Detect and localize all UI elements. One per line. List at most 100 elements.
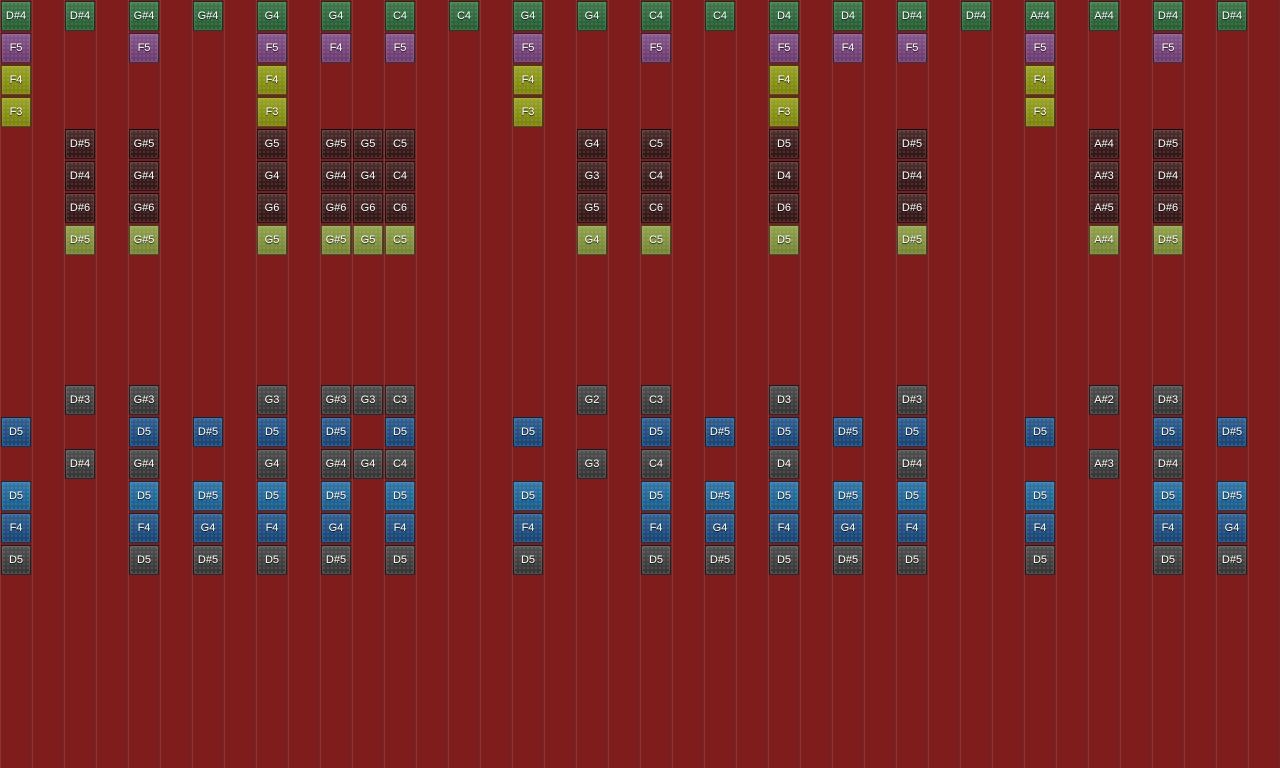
note-block[interactable]: C4 (385, 161, 415, 191)
note-block[interactable]: A#5 (1089, 193, 1119, 223)
note-block[interactable]: F3 (769, 97, 799, 127)
note-block[interactable]: F5 (513, 33, 543, 63)
note-block[interactable]: D5 (1, 417, 31, 447)
note-block[interactable]: D#5 (193, 545, 223, 575)
note-block[interactable]: F5 (641, 33, 671, 63)
note-block[interactable]: C5 (641, 129, 671, 159)
note-block[interactable]: A#2 (1089, 385, 1119, 415)
note-block[interactable]: F5 (257, 33, 287, 63)
note-block[interactable]: D6 (769, 193, 799, 223)
note-block[interactable]: G5 (257, 129, 287, 159)
note-block[interactable]: D5 (513, 417, 543, 447)
note-block[interactable]: G4 (257, 449, 287, 479)
note-block[interactable]: F4 (385, 513, 415, 543)
note-block[interactable]: G5 (577, 193, 607, 223)
note-block[interactable]: F4 (1, 65, 31, 95)
note-block[interactable]: C5 (385, 225, 415, 255)
note-block[interactable]: D5 (513, 545, 543, 575)
note-block[interactable]: D#4 (1217, 1, 1247, 31)
note-block[interactable]: F4 (257, 65, 287, 95)
note-block[interactable]: F4 (769, 65, 799, 95)
note-block[interactable]: C4 (641, 449, 671, 479)
note-block[interactable]: C4 (385, 449, 415, 479)
note-block[interactable]: D5 (385, 481, 415, 511)
note-block[interactable]: G4 (321, 513, 351, 543)
note-block[interactable]: D4 (769, 161, 799, 191)
note-block[interactable]: D#4 (897, 1, 927, 31)
note-block[interactable]: D5 (1025, 545, 1055, 575)
note-block[interactable]: G4 (353, 449, 383, 479)
note-block[interactable]: G3 (353, 385, 383, 415)
note-block[interactable]: D#5 (1153, 129, 1183, 159)
note-block[interactable]: G4 (833, 513, 863, 543)
note-block[interactable]: D#3 (897, 385, 927, 415)
note-block[interactable]: G#5 (129, 225, 159, 255)
note-block[interactable]: D5 (257, 481, 287, 511)
note-block[interactable]: D#5 (833, 417, 863, 447)
note-block[interactable]: D5 (385, 545, 415, 575)
note-block[interactable]: G6 (257, 193, 287, 223)
note-block[interactable]: D5 (257, 545, 287, 575)
note-block[interactable]: D#5 (833, 545, 863, 575)
note-block[interactable]: A#4 (1089, 225, 1119, 255)
note-block[interactable]: D5 (769, 417, 799, 447)
note-block[interactable]: D5 (1153, 481, 1183, 511)
note-block[interactable]: F4 (321, 33, 351, 63)
note-block[interactable]: F5 (897, 33, 927, 63)
note-block[interactable]: D#5 (897, 225, 927, 255)
note-block[interactable]: D#4 (1153, 161, 1183, 191)
note-block[interactable]: F5 (385, 33, 415, 63)
note-block[interactable]: G#3 (129, 385, 159, 415)
note-block[interactable]: D5 (129, 417, 159, 447)
note-block[interactable]: D#4 (65, 161, 95, 191)
note-block[interactable]: F3 (1025, 97, 1055, 127)
note-block[interactable]: A#4 (1089, 1, 1119, 31)
note-block[interactable]: D#5 (833, 481, 863, 511)
note-block[interactable]: F4 (1025, 513, 1055, 543)
note-block[interactable]: G4 (321, 1, 351, 31)
note-block[interactable]: F5 (1025, 33, 1055, 63)
note-block[interactable]: D#5 (1217, 417, 1247, 447)
note-block[interactable]: C6 (385, 193, 415, 223)
note-block[interactable]: D#4 (65, 449, 95, 479)
note-block[interactable]: D5 (1, 545, 31, 575)
note-block[interactable]: G6 (353, 193, 383, 223)
note-block[interactable]: G4 (577, 129, 607, 159)
note-block[interactable]: D5 (641, 417, 671, 447)
note-block[interactable]: D#5 (1217, 545, 1247, 575)
note-block[interactable]: C4 (641, 161, 671, 191)
note-block[interactable]: D#6 (1153, 193, 1183, 223)
note-block[interactable]: F4 (513, 65, 543, 95)
note-block[interactable]: D5 (513, 481, 543, 511)
note-block[interactable]: D#5 (705, 545, 735, 575)
note-block[interactable]: D4 (769, 1, 799, 31)
note-block[interactable]: G#6 (129, 193, 159, 223)
note-block[interactable]: F5 (1153, 33, 1183, 63)
note-block[interactable]: G3 (257, 385, 287, 415)
note-block[interactable]: D5 (129, 481, 159, 511)
note-block[interactable]: F4 (257, 513, 287, 543)
note-block[interactable]: F5 (129, 33, 159, 63)
note-block[interactable]: D5 (897, 481, 927, 511)
note-block[interactable]: C4 (385, 1, 415, 31)
note-block[interactable]: C3 (641, 385, 671, 415)
note-block[interactable]: F3 (257, 97, 287, 127)
note-block[interactable]: G#5 (129, 129, 159, 159)
note-block[interactable]: G#4 (321, 449, 351, 479)
note-block[interactable]: G#6 (321, 193, 351, 223)
note-block[interactable]: D5 (1153, 417, 1183, 447)
note-block[interactable]: D4 (769, 449, 799, 479)
note-block[interactable]: G4 (257, 161, 287, 191)
note-block[interactable]: D#6 (897, 193, 927, 223)
note-block[interactable]: F3 (1, 97, 31, 127)
note-block[interactable]: D#4 (65, 1, 95, 31)
note-block[interactable]: D5 (1025, 417, 1055, 447)
note-block[interactable]: D#5 (321, 417, 351, 447)
note-grid[interactable]: D#4 D#4 G#4 G#4 G4 G4 C4 C4 G4 G4 C4 C4 D4 D4 D#4 D#4 A#… (0, 0, 1280, 768)
note-block[interactable]: G5 (353, 129, 383, 159)
note-block[interactable]: D5 (257, 417, 287, 447)
note-block[interactable]: C6 (641, 193, 671, 223)
note-block[interactable]: G5 (257, 225, 287, 255)
note-block[interactable]: D5 (641, 481, 671, 511)
note-block[interactable]: G4 (257, 1, 287, 31)
